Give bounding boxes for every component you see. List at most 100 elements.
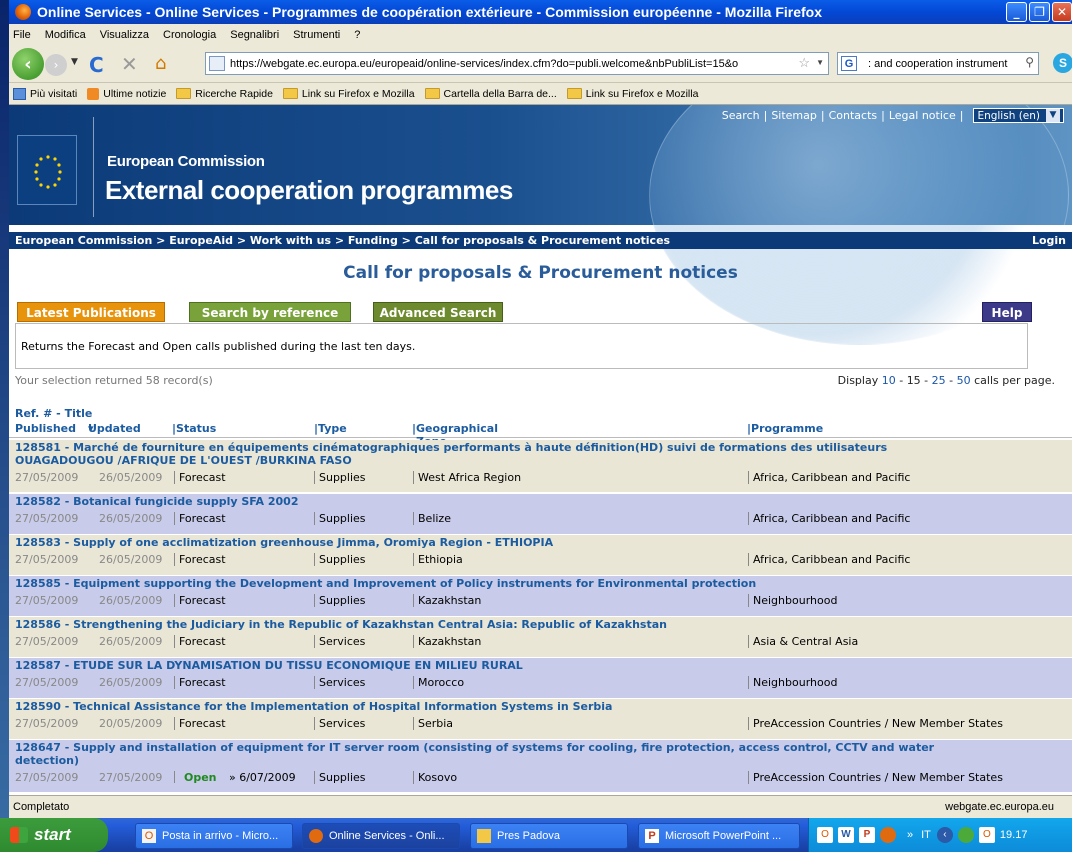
updated-date: 26/05/2009	[99, 594, 163, 607]
separator: |	[959, 109, 964, 122]
row-title-link[interactable]: OUAGADOUGOU /AFRIQUE DE L'OUEST /BURKINA…	[15, 454, 352, 467]
row-title-link[interactable]: 128590 - Technical Assistance for the Im…	[15, 700, 612, 713]
row-title-link[interactable]: detection)	[15, 754, 79, 767]
start-button[interactable]: start	[0, 818, 108, 852]
menu-cronologia[interactable]: Cronologia	[163, 29, 216, 41]
table-row[interactable]: 128581 - Marché de fourniture en équipem…	[9, 440, 1072, 492]
window-title: Online Services - Online Services - Prog…	[37, 4, 823, 20]
taskbar-item-outlook[interactable]: O Posta in arrivo - Micro...	[135, 823, 293, 849]
login-link[interactable]: Login	[1032, 234, 1066, 247]
reload-icon[interactable]: C	[89, 53, 104, 77]
link-legal-notice[interactable]: Legal notice	[889, 109, 956, 122]
programme-value: PreAccession Countries / New Member Stat…	[748, 771, 1003, 784]
page-size-50[interactable]: 50	[957, 374, 971, 387]
home-icon[interactable]: ⌂	[155, 53, 166, 74]
menu-bar: File Modifica Visualizza Cronologia Segn…	[9, 24, 1072, 45]
taskbar-item-powerpoint[interactable]: P Microsoft PowerPoint ...	[638, 823, 800, 849]
window-titlebar: Online Services - Online Services - Prog…	[9, 0, 1072, 24]
history-dropdown-icon[interactable]: ▼	[71, 57, 78, 67]
back-arrow-icon[interactable]: ‹	[12, 48, 44, 80]
bookmark-link-firefox-2[interactable]: Link su Firefox e Mozilla	[566, 88, 698, 100]
language-indicator[interactable]: IT	[921, 829, 931, 841]
row-title-link[interactable]: 128586 - Strengthening the Judiciary in …	[15, 618, 667, 631]
link-sitemap[interactable]: Sitemap	[771, 109, 817, 122]
column-divider	[174, 771, 175, 783]
row-title-link[interactable]: 128581 - Marché de fourniture en équipem…	[15, 441, 887, 454]
minimize-button[interactable]: _	[1006, 2, 1027, 22]
window-border	[0, 0, 9, 852]
firefox-quicklaunch-icon[interactable]	[880, 827, 896, 843]
close-button[interactable]: ✕	[1052, 2, 1072, 22]
column-header-programme[interactable]: | Programme	[747, 422, 823, 435]
row-title-link[interactable]: 128647 - Supply and installation of equi…	[15, 741, 934, 754]
table-row[interactable]: 128582 - Botanical fungicide supply SFA …	[9, 494, 1072, 534]
folder-icon	[477, 829, 491, 843]
table-row[interactable]: 128585 - Equipment supporting the Develo…	[9, 576, 1072, 616]
outlook-tray-icon[interactable]: O	[978, 827, 995, 843]
menu-strumenti[interactable]: Strumenti	[293, 29, 340, 41]
menu-visualizza[interactable]: Visualizza	[100, 29, 149, 41]
row-title-link[interactable]: 128587 - ETUDE SUR LA DYNAMISATION DU TI…	[15, 659, 523, 672]
menu-modifica[interactable]: Modifica	[45, 29, 86, 41]
tab-help[interactable]: Help	[982, 302, 1032, 322]
banner-divider	[93, 117, 94, 217]
bookmark-cartella[interactable]: Cartella della Barra de...	[424, 88, 557, 100]
menu-help[interactable]: ?	[354, 29, 360, 41]
chevron-down-icon: ▼	[1046, 109, 1060, 122]
table-row[interactable]: 128647 - Supply and installation of equi…	[9, 740, 1072, 792]
zone-value: Belize	[413, 512, 451, 525]
zone-value: Kazakhstan	[413, 635, 481, 648]
link-contacts[interactable]: Contacts	[829, 109, 878, 122]
table-row[interactable]: 128583 - Supply of one acclimatization g…	[9, 535, 1072, 575]
row-title-link[interactable]: 128585 - Equipment supporting the Develo…	[15, 577, 756, 590]
updated-date: 26/05/2009	[99, 553, 163, 566]
menu-file[interactable]: File	[13, 29, 31, 41]
taskbar-item-folder[interactable]: Pres Padova	[470, 823, 628, 849]
row-title-link[interactable]: 128582 - Botanical fungicide supply SFA …	[15, 495, 299, 508]
security-icon[interactable]	[957, 827, 974, 843]
table-row[interactable]: 128586 - Strengthening the Judiciary in …	[9, 617, 1072, 657]
tab-latest-publications[interactable]: Latest Publications	[17, 302, 165, 322]
row-title-link[interactable]: 128583 - Supply of one acclimatization g…	[15, 536, 553, 549]
bookmark-piu-visitati[interactable]: Più visitati	[13, 87, 77, 100]
search-icon[interactable]: ⚲	[1025, 55, 1034, 69]
expand-tray-icon[interactable]: »	[907, 829, 913, 841]
word-quicklaunch-icon[interactable]: W	[838, 827, 854, 843]
bookmark-label: Ricerche Rapide	[195, 87, 273, 100]
url-dropdown-icon[interactable]: ▼	[816, 58, 824, 67]
column-header-published[interactable]: Published	[15, 422, 76, 435]
forward-arrow-icon[interactable]: ›	[45, 54, 67, 76]
column-header-zone[interactable]: | Geographical Zone	[412, 422, 498, 448]
link-search[interactable]: Search	[722, 109, 760, 122]
table-row[interactable]: 128587 - ETUDE SUR LA DYNAMISATION DU TI…	[9, 658, 1072, 698]
bookmark-link-firefox-1[interactable]: Link su Firefox e Mozilla	[282, 88, 415, 100]
column-header-type[interactable]: | Type	[314, 422, 347, 435]
skype-icon[interactable]: S	[1053, 53, 1072, 73]
tab-advanced-search[interactable]: Advanced Search	[373, 302, 503, 322]
taskbar-item-firefox[interactable]: Online Services - Onli...	[302, 823, 460, 849]
language-select[interactable]: English (en) ▼	[973, 108, 1064, 123]
page-size-10[interactable]: 10	[882, 374, 896, 387]
column-header-status[interactable]: | Status	[172, 422, 216, 435]
search-box[interactable]: G : and cooperation instrument ⚲	[837, 52, 1039, 75]
bookmark-ricerche-rapide[interactable]: Ricerche Rapide	[176, 88, 273, 100]
breadcrumb-text[interactable]: European Commission > EuropeAid > Work w…	[15, 234, 670, 247]
outlook-quicklaunch-icon[interactable]: O	[817, 827, 833, 843]
stop-icon[interactable]: ✕	[121, 52, 138, 76]
url-bar[interactable]: https://webgate.ec.europa.eu/europeaid/o…	[205, 52, 829, 75]
maximize-button[interactable]: ❐	[1029, 2, 1050, 22]
bookmark-star-icon[interactable]: ☆	[798, 55, 810, 71]
google-icon[interactable]: G	[841, 56, 857, 71]
network-icon[interactable]: ‹	[936, 827, 953, 843]
page-size-25[interactable]: 25	[932, 374, 946, 387]
column-header-ref-title[interactable]: Ref. # - Title	[15, 407, 92, 420]
menu-segnalibri[interactable]: Segnalibri	[230, 29, 279, 41]
table-row[interactable]: 128590 - Technical Assistance for the Im…	[9, 699, 1072, 739]
powerpoint-quicklaunch-icon[interactable]: P	[859, 827, 875, 843]
tab-search-by-reference[interactable]: Search by reference	[189, 302, 351, 322]
updated-date: 27/05/2009	[99, 771, 163, 784]
bookmark-ultime-notizie[interactable]: Ultime notizie	[87, 87, 166, 100]
status-value: Forecast	[174, 471, 226, 484]
status-label: Status	[176, 422, 217, 435]
published-date: 27/05/2009	[15, 717, 79, 730]
